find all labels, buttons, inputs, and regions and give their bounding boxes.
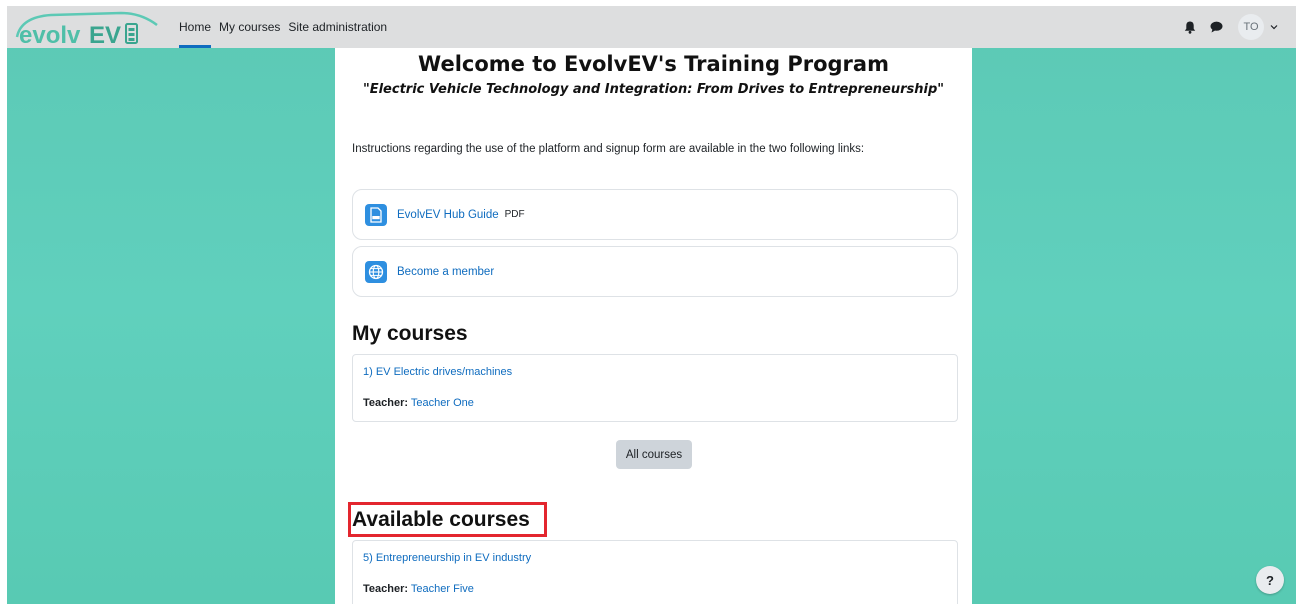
course-name-link[interactable]: 1) EV Electric drives/machines	[363, 366, 512, 378]
svg-text:evolv: evolv	[19, 22, 81, 47]
globe-icon	[365, 260, 387, 283]
course-teacher: Teacher: Teacher One	[363, 397, 474, 409]
resource-become-member-link[interactable]: Become a member	[397, 266, 494, 278]
course-teacher: Teacher: Teacher Five	[363, 583, 474, 595]
chevron-down-icon	[1270, 25, 1278, 30]
nav-home[interactable]: Home	[175, 6, 215, 48]
nav-home-label: Home	[179, 20, 212, 34]
teacher-label: Teacher:	[363, 397, 409, 409]
my-courses-heading: My courses	[352, 322, 468, 345]
chat-icon[interactable]	[1208, 19, 1224, 35]
resource-hub-guide-link[interactable]: EvolvEV Hub Guide	[397, 209, 499, 221]
welcome-subtitle: "Electric Vehicle Technology and Integra…	[362, 82, 945, 97]
evolvev-logo[interactable]: evolv EV	[11, 7, 161, 47]
course-card: 5) Entrepreneurship in EV industry Teach…	[352, 540, 958, 604]
primary-navigation: Home My courses Site administration	[175, 6, 391, 48]
resource-card-hub-guide[interactable]: EvolvEV Hub Guide PDF	[352, 189, 958, 240]
course-name-link[interactable]: 5) Entrepreneurship in EV industry	[363, 552, 531, 564]
avatar: TO	[1238, 14, 1264, 40]
pdf-file-icon	[365, 203, 387, 226]
course-card: 1) EV Electric drives/machines Teacher: …	[352, 354, 958, 422]
teacher-name-link[interactable]: Teacher Five	[411, 583, 474, 595]
nav-site-administration[interactable]: Site administration	[284, 6, 391, 48]
help-button[interactable]: ?	[1256, 566, 1284, 594]
bell-icon[interactable]	[1182, 19, 1198, 35]
user-menu[interactable]: TO	[1238, 14, 1278, 40]
resource-file-type: PDF	[504, 209, 525, 220]
instructions-text: Instructions regarding the use of the pl…	[352, 143, 865, 155]
nav-my-courses-label: My courses	[219, 20, 281, 34]
welcome-title: Welcome to EvolvEV's Training Program	[418, 52, 889, 76]
teacher-name-link[interactable]: Teacher One	[411, 397, 474, 409]
svg-text:EV: EV	[89, 22, 121, 47]
highlight-annotation	[348, 502, 547, 537]
nav-my-courses[interactable]: My courses	[215, 6, 284, 48]
main-content: Welcome to EvolvEV's Training Program "E…	[335, 48, 972, 604]
top-navbar: evolv EV Home My courses Site administra…	[7, 6, 1296, 48]
navbar-right: TO	[1182, 6, 1278, 48]
all-courses-button[interactable]: All courses	[616, 440, 692, 469]
teacher-label: Teacher:	[363, 583, 409, 595]
page-frame: evolv EV Home My courses Site administra…	[7, 6, 1296, 604]
nav-site-administration-label: Site administration	[288, 20, 388, 34]
resource-card-become-member[interactable]: Become a member	[352, 246, 958, 297]
